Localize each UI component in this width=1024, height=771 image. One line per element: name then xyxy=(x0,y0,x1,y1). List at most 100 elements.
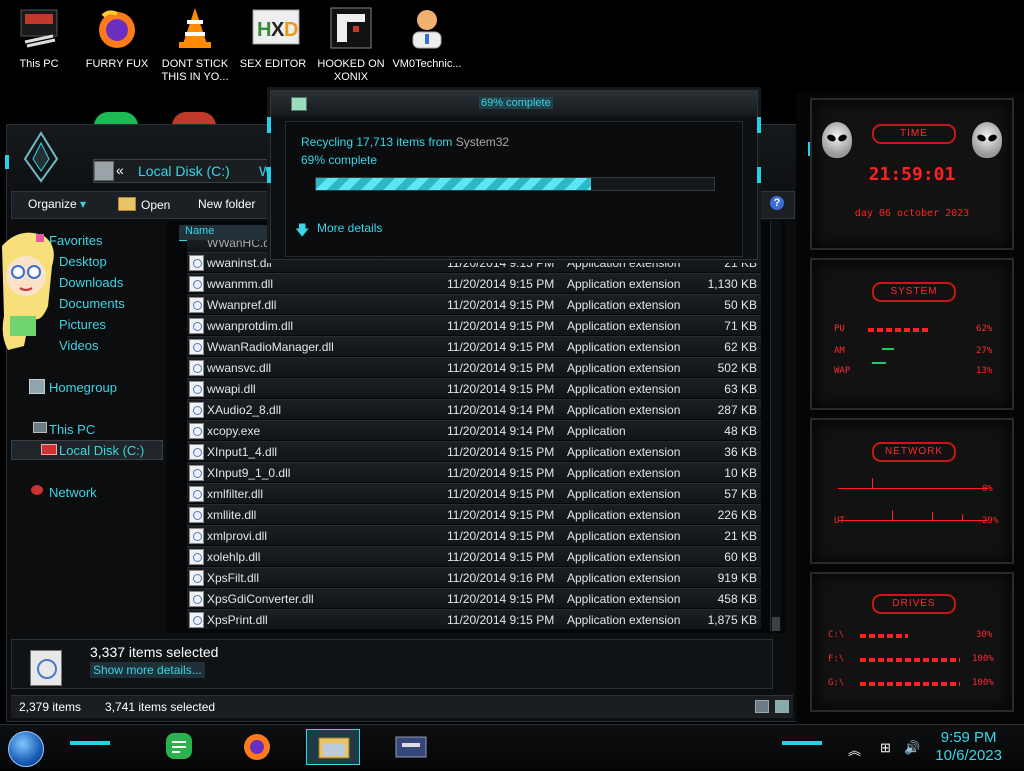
taskbar-clock[interactable]: 9:59 PM 10/6/2023 xyxy=(935,729,1002,765)
table-row[interactable]: WwanRadioManager.dll 11/20/2014 9:15 PM Ap… xyxy=(187,336,761,356)
system-gadget[interactable]: SYSTEM PU 62% AM 27% WAP 13% xyxy=(810,258,1014,410)
gadget-date: day 06 october 2023 xyxy=(854,208,970,219)
table-row[interactable]: XpsGdiConverter.dll 11/20/2014 9:15 PM App… xyxy=(187,588,761,608)
control-panel-icon xyxy=(395,736,427,758)
table-row[interactable]: xmlprovi.dll 11/20/2014 9:15 PM Applicatio… xyxy=(187,525,761,545)
hxd-editor-icon: HXD xyxy=(251,6,300,50)
dll-file-icon xyxy=(189,381,204,397)
large-icons-view-icon[interactable] xyxy=(775,700,789,713)
dialog-title-bar[interactable]: 69% complete xyxy=(271,91,757,117)
operation-description: Recycling 17,713 items from System32 xyxy=(301,135,509,149)
desktop-icon-furry-fux[interactable]: FURRY FUX xyxy=(80,6,154,71)
file-type: Application extension xyxy=(567,508,681,522)
more-details-button[interactable]: 🡇 More details xyxy=(295,221,382,238)
organize-button[interactable]: Organize ▾ xyxy=(28,197,86,211)
nav-documents[interactable]: Documents xyxy=(59,296,125,311)
table-row[interactable]: Wwanpref.dll 11/20/2014 9:15 PM Applicatio… xyxy=(187,294,761,314)
desktop-icon-label: This PC xyxy=(19,58,59,70)
desktop-icon-label: DONT STICK THIS IN YO... xyxy=(161,58,229,83)
show-hidden-icons[interactable]: ︽ xyxy=(848,740,861,759)
upload-graph xyxy=(838,520,988,521)
table-row[interactable]: xmlfilter.dll 11/20/2014 9:15 PM Applicati… xyxy=(187,483,761,503)
desktop-icon-dont-stick[interactable]: DONT STICK THIS IN YO... xyxy=(158,6,232,84)
clock-date: 10/6/2023 xyxy=(935,747,1002,764)
file-name: xmllite.dll xyxy=(207,508,257,522)
help-icon[interactable]: ? xyxy=(770,196,784,210)
drive-f-value: 100% xyxy=(972,654,994,664)
file-type: Application extension xyxy=(567,466,681,480)
drives-gadget[interactable]: DRIVES C:\ 30% F:\ 100% G:\ 100% xyxy=(810,572,1014,712)
technician-avatar-icon xyxy=(405,6,449,50)
dll-file-icon xyxy=(189,255,204,271)
taskbar-firefox[interactable] xyxy=(230,729,284,765)
nav-this-pc[interactable]: This PC xyxy=(49,422,95,437)
file-date: 11/20/2014 9:15 PM xyxy=(447,550,555,564)
desktop-icon-this-pc[interactable]: This PC xyxy=(2,6,76,71)
table-row[interactable]: wwapi.dll 11/20/2014 9:15 PM Application e… xyxy=(187,378,761,398)
file-type: Application extension xyxy=(567,298,681,312)
table-row[interactable]: XpsPrint.dll 11/20/2014 9:15 PM Applicatio… xyxy=(187,609,761,629)
time-gadget[interactable]: TIME 21:59:01 day 06 october 2023 xyxy=(810,98,1014,250)
file-date: 11/20/2014 9:15 PM xyxy=(447,487,555,501)
nav-downloads[interactable]: Downloads xyxy=(59,275,123,290)
open-label: Open xyxy=(141,198,171,212)
nav-videos[interactable]: Videos xyxy=(59,338,99,353)
selected-files-icon xyxy=(30,650,62,686)
dialog-title: 69% complete xyxy=(479,97,553,109)
open-button[interactable]: Open xyxy=(118,197,170,212)
file-date: 11/20/2014 9:15 PM xyxy=(447,277,555,291)
table-row[interactable]: XpsFilt.dll 11/20/2014 9:16 PM Application… xyxy=(187,567,761,587)
details-view-icon[interactable] xyxy=(755,700,769,713)
table-row[interactable]: wwansvc.dll 11/20/2014 9:15 PM Application… xyxy=(187,357,761,377)
nav-network[interactable]: Network xyxy=(49,485,97,500)
frame-accent xyxy=(267,117,271,133)
delete-progress-dialog: 69% complete Recycling 17,713 items from… xyxy=(267,90,761,260)
nav-local-disk[interactable]: Local Disk (C:) xyxy=(59,443,144,458)
table-row[interactable]: wwanmm.dll 11/20/2014 9:15 PM Application … xyxy=(187,273,761,293)
new-folder-button[interactable]: New folder xyxy=(198,197,255,211)
breadcrumb-overflow[interactable]: « xyxy=(116,162,124,178)
table-row[interactable]: xmllite.dll 11/20/2014 9:15 PM Application… xyxy=(187,504,761,524)
scrollbar-thumb[interactable] xyxy=(772,617,780,631)
desktop-icon-sex-editor[interactable]: HXD SEX EDITOR xyxy=(236,6,310,71)
table-row[interactable]: xcopy.exe 11/20/2014 9:14 PM Application 48… xyxy=(187,420,761,440)
table-row[interactable]: xolehlp.dll 11/20/2014 9:15 PM Application… xyxy=(187,546,761,566)
nav-desktop[interactable]: Desktop xyxy=(59,254,107,269)
taskbar-feedly[interactable] xyxy=(152,729,206,765)
file-type: Application extension xyxy=(567,529,681,543)
table-row[interactable]: XAudio2_8.dll 11/20/2014 9:14 PM Applicati… xyxy=(187,399,761,419)
address-bar[interactable]: « Local Disk (C:) W xyxy=(93,159,285,183)
cpu-label: PU xyxy=(834,324,845,334)
desktop-icon-hooked-on-xonix[interactable]: HOOKED ON XONIX xyxy=(314,6,388,84)
source-folder-link[interactable]: System32 xyxy=(456,135,509,149)
network-gadget[interactable]: NETWORK 0% UT 29% xyxy=(810,418,1014,564)
table-row[interactable]: XInput9_1_0.dll 11/20/2014 9:15 PM Applica… xyxy=(187,462,761,482)
dll-file-icon xyxy=(189,444,204,460)
nav-homegroup[interactable]: Homegroup xyxy=(49,380,117,395)
file-type: Application extension xyxy=(567,445,681,459)
taskbar-control-panel[interactable] xyxy=(384,729,438,765)
show-more-details-link[interactable]: Show more details... xyxy=(90,662,205,678)
svg-text:H: H xyxy=(257,19,271,41)
table-row[interactable]: XInput1_4.dll 11/20/2014 9:15 PM Applicati… xyxy=(187,441,761,461)
item-count: 2,379 items xyxy=(19,700,82,714)
breadcrumb-local-disk[interactable]: Local Disk (C:) xyxy=(138,163,230,179)
dll-file-icon xyxy=(189,507,204,523)
vertical-scrollbar[interactable] xyxy=(770,221,781,631)
desktop-icon-vm0technician[interactable]: VM0Technic... xyxy=(390,6,464,71)
start-button[interactable] xyxy=(8,731,44,767)
file-size: 48 KB xyxy=(724,424,757,438)
taskbar: ︽ ⊞ 🔊 9:59 PM 10/6/2023 xyxy=(0,724,1024,769)
system-gadget-title: SYSTEM xyxy=(872,282,956,302)
taskbar-file-explorer[interactable] xyxy=(306,729,360,765)
this-pc-icon xyxy=(33,422,47,433)
folder-icon xyxy=(118,197,136,211)
file-size: 919 KB xyxy=(717,571,757,585)
nav-pictures[interactable]: Pictures xyxy=(59,317,106,332)
desktop-icon-label: FURRY FUX xyxy=(85,58,149,70)
volume-icon[interactable]: 🔊 xyxy=(904,740,920,756)
dll-file-icon xyxy=(189,612,204,628)
table-row[interactable]: wwanprotdim.dll 11/20/2014 9:15 PM Applica… xyxy=(187,315,761,335)
network-tray-icon[interactable]: ⊞ xyxy=(880,740,891,756)
operation-text: Recycling 17,713 items from xyxy=(301,135,456,149)
